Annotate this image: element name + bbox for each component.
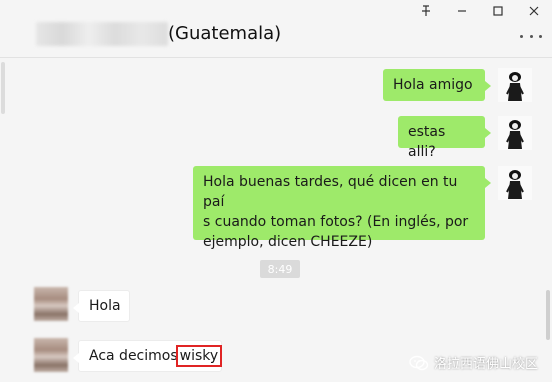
message-text: Aca decimos — [89, 348, 178, 364]
highlighted-word: wisky — [175, 345, 223, 367]
pin-svg — [422, 5, 430, 16]
message-timestamp: 8:49 — [260, 260, 300, 278]
avatar[interactable] — [498, 116, 532, 150]
chat-title: (Guatemala) — [168, 23, 282, 44]
close-svg — [529, 6, 539, 16]
maximize-svg — [493, 6, 503, 16]
window-controls — [408, 0, 552, 22]
message-bubble-outgoing[interactable]: Hola amigo — [383, 69, 491, 101]
message-bubble-incoming[interactable]: Aca decimos wisky — [73, 340, 223, 372]
message-bubble-outgoing[interactable]: Hola buenas tardes, qué dicen en tu paí … — [193, 166, 491, 250]
wechat-logo-icon — [409, 355, 429, 370]
avatar[interactable] — [34, 338, 68, 372]
left-scrollbar[interactable] — [1, 62, 5, 114]
watermark-text: 洛拉西语佛山校区 — [433, 357, 538, 372]
message-line: s cuando toman fotos? (En inglés, por — [203, 214, 469, 230]
avatar-figure-icon — [506, 72, 524, 101]
pin-icon[interactable] — [408, 0, 444, 22]
avatar-figure-icon — [506, 120, 524, 149]
avatar[interactable] — [34, 287, 68, 321]
minimize-svg — [458, 10, 466, 12]
maximize-icon[interactable] — [480, 0, 516, 22]
avatar-figure-icon — [506, 170, 524, 199]
right-scrollbar[interactable] — [546, 290, 550, 340]
message-bubble-outgoing[interactable]: estas alli? — [398, 116, 491, 160]
blurred-contact-name — [36, 22, 168, 46]
message-line: Hola buenas tardes, qué dicen en tu paí — [203, 174, 458, 210]
minimize-icon[interactable] — [444, 0, 480, 22]
avatar[interactable] — [498, 68, 532, 102]
more-options-icon[interactable] — [520, 32, 542, 40]
watermark: 洛拉西语佛山校区 — [409, 353, 538, 372]
message-bubble-incoming[interactable]: Hola — [73, 290, 130, 322]
close-icon[interactable] — [516, 0, 552, 22]
message-line: ejemplo, dicen CHEEZE) — [203, 234, 373, 250]
avatar[interactable] — [498, 166, 532, 200]
